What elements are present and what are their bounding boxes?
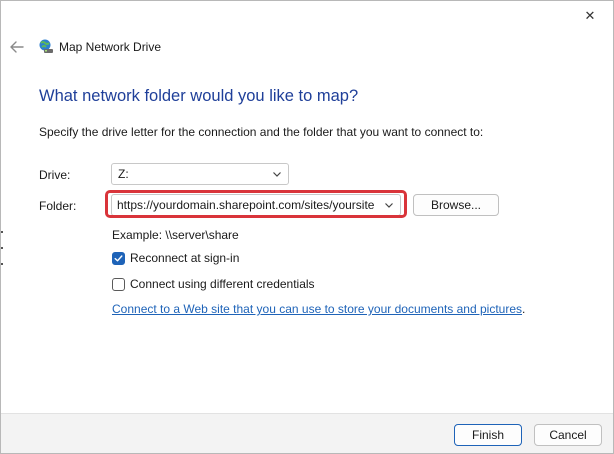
instruction-text: Specify the drive letter for the connect…: [39, 125, 484, 139]
dialog-title: Map Network Drive: [59, 40, 162, 54]
dialog-title-row: Map Network Drive: [38, 37, 161, 57]
reconnect-checkbox-row[interactable]: Reconnect at sign-in: [112, 251, 239, 265]
back-arrow-icon: [10, 41, 24, 53]
page-heading: What network folder would you like to ma…: [39, 87, 359, 105]
folder-label: Folder:: [39, 199, 77, 213]
back-button[interactable]: [7, 37, 27, 57]
web-link-row: Connect to a Web site that you can use t…: [112, 302, 525, 316]
reconnect-label: Reconnect at sign-in: [130, 251, 240, 265]
finish-button[interactable]: Finish: [454, 424, 522, 446]
left-edge-marks: [1, 231, 3, 271]
dialog-footer: Finish Cancel: [1, 413, 613, 453]
drive-label: Drive:: [39, 168, 71, 182]
example-text: Example: \\server\share: [112, 228, 239, 242]
checkmark-icon: [114, 254, 123, 261]
folder-highlight-box: [105, 190, 407, 218]
close-button[interactable]: ✕: [567, 1, 613, 31]
credentials-label: Connect using different credentials: [130, 277, 315, 291]
reconnect-checkbox[interactable]: [112, 251, 125, 265]
map-network-drive-dialog: ✕ Map Network Drive What network folder …: [0, 0, 614, 454]
credentials-checkbox[interactable]: [112, 277, 125, 291]
drive-value: Z:: [118, 167, 129, 181]
web-link-period: .: [522, 302, 526, 316]
web-site-link[interactable]: Connect to a Web site that you can use t…: [112, 302, 522, 316]
cancel-button[interactable]: Cancel: [534, 424, 602, 446]
close-icon: ✕: [584, 8, 596, 23]
chevron-down-icon: [273, 172, 281, 177]
drive-select[interactable]: Z:: [111, 163, 289, 185]
network-drive-icon: [39, 39, 53, 53]
browse-button[interactable]: Browse...: [413, 194, 499, 216]
credentials-checkbox-row[interactable]: Connect using different credentials: [112, 277, 315, 291]
